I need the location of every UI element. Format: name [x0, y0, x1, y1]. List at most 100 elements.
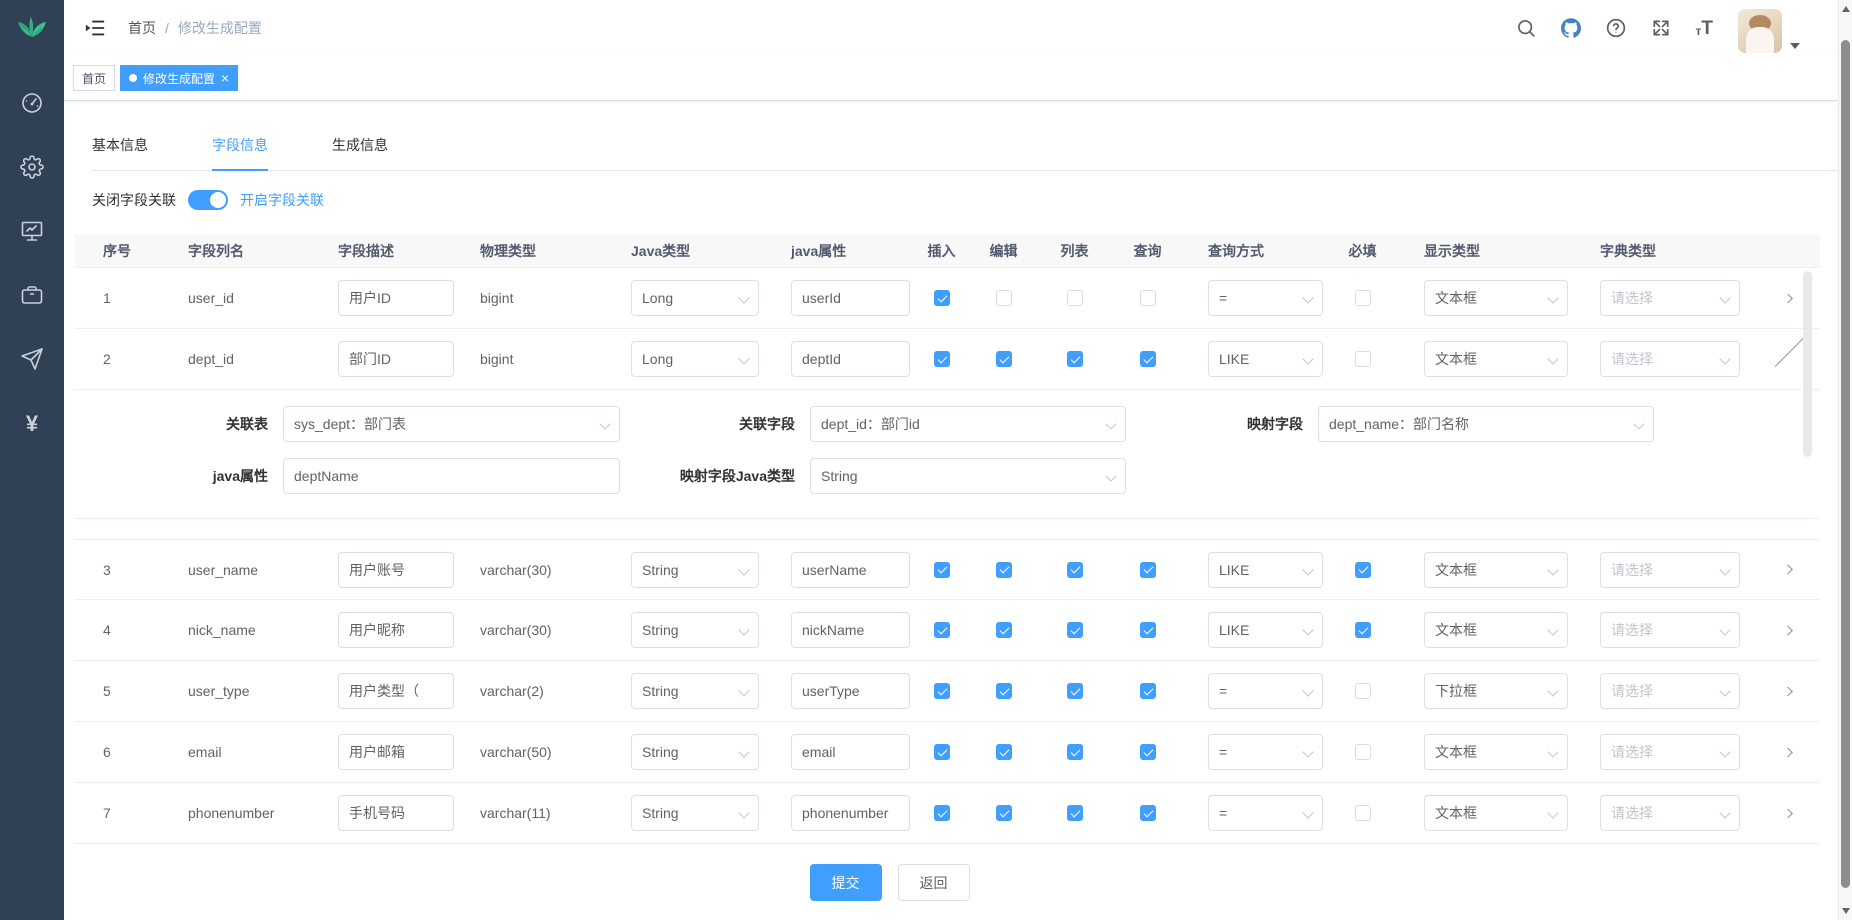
- user-menu[interactable]: [1738, 3, 1800, 53]
- html-type-select[interactable]: 文本框: [1424, 280, 1568, 316]
- query-type-select[interactable]: =: [1208, 734, 1323, 770]
- query-type-select[interactable]: LIKE: [1208, 341, 1323, 377]
- edit-checkbox[interactable]: [996, 805, 1012, 821]
- sidebar-item-finance[interactable]: ¥: [0, 392, 64, 456]
- query-checkbox[interactable]: [1140, 351, 1156, 367]
- dict-type-select[interactable]: 请选择: [1600, 612, 1740, 648]
- column-comment-input[interactable]: [338, 280, 454, 316]
- query-type-select[interactable]: =: [1208, 795, 1323, 831]
- java-type-select[interactable]: String: [631, 673, 759, 709]
- expand-chevron-icon[interactable]: [1780, 565, 1793, 574]
- required-checkbox[interactable]: [1355, 805, 1371, 821]
- browser-scrollbar-thumb[interactable]: [1841, 40, 1850, 888]
- edit-checkbox[interactable]: [996, 290, 1012, 306]
- required-checkbox[interactable]: [1355, 744, 1371, 760]
- list-checkbox[interactable]: [1067, 622, 1083, 638]
- java-type-select[interactable]: String: [631, 734, 759, 770]
- relation-table-select[interactable]: sys_dept：部门表: [283, 406, 620, 442]
- java-type-select[interactable]: Long: [631, 280, 759, 316]
- required-checkbox[interactable]: [1355, 683, 1371, 699]
- html-type-select[interactable]: 下拉框: [1424, 673, 1568, 709]
- sidebar-item-deploy[interactable]: [0, 328, 64, 392]
- mapping-java-type-select[interactable]: String: [810, 458, 1126, 494]
- tag-active[interactable]: 修改生成配置 ×: [120, 65, 238, 91]
- tag-home[interactable]: 首页: [73, 65, 115, 91]
- java-field-input[interactable]: [791, 341, 910, 377]
- java-type-select[interactable]: String: [631, 552, 759, 588]
- edit-checkbox[interactable]: [996, 683, 1012, 699]
- html-type-select[interactable]: 文本框: [1424, 612, 1568, 648]
- insert-checkbox[interactable]: [934, 805, 950, 821]
- query-checkbox[interactable]: [1140, 622, 1156, 638]
- fullscreen-icon[interactable]: [1651, 18, 1671, 38]
- required-checkbox[interactable]: [1355, 562, 1371, 578]
- search-icon[interactable]: [1516, 18, 1536, 38]
- submit-button[interactable]: 提交: [810, 864, 882, 901]
- query-checkbox[interactable]: [1140, 290, 1156, 306]
- expand-chevron-icon[interactable]: [1780, 687, 1793, 696]
- expand-chevron-icon[interactable]: [1769, 331, 1804, 366]
- expand-chevron-icon[interactable]: [1780, 748, 1793, 757]
- query-checkbox[interactable]: [1140, 744, 1156, 760]
- column-comment-input[interactable]: [338, 552, 454, 588]
- tab-field-info[interactable]: 字段信息: [212, 125, 268, 170]
- table-scrollbar-thumb[interactable]: [1803, 271, 1812, 457]
- font-size-icon[interactable]: тT: [1696, 19, 1714, 38]
- java-type-select[interactable]: String: [631, 795, 759, 831]
- query-type-select[interactable]: LIKE: [1208, 612, 1323, 648]
- edit-checkbox[interactable]: [996, 351, 1012, 367]
- java-field-input[interactable]: [791, 612, 910, 648]
- help-icon[interactable]: [1606, 18, 1626, 38]
- query-type-select[interactable]: =: [1208, 280, 1323, 316]
- insert-checkbox[interactable]: [934, 290, 950, 306]
- edit-checkbox[interactable]: [996, 562, 1012, 578]
- dict-type-select[interactable]: 请选择: [1600, 341, 1740, 377]
- column-comment-input[interactable]: [338, 341, 454, 377]
- breadcrumb-home[interactable]: 首页: [128, 18, 156, 38]
- java-field-input[interactable]: [791, 280, 910, 316]
- list-checkbox[interactable]: [1067, 562, 1083, 578]
- required-checkbox[interactable]: [1355, 290, 1371, 306]
- scroll-down-arrow-icon[interactable]: [1842, 908, 1850, 914]
- java-type-select[interactable]: Long: [631, 341, 759, 377]
- sidebar-item-system[interactable]: [0, 136, 64, 200]
- query-checkbox[interactable]: [1140, 683, 1156, 699]
- relation-field-select[interactable]: dept_id：部门id: [810, 406, 1126, 442]
- html-type-select[interactable]: 文本框: [1424, 341, 1568, 377]
- query-checkbox[interactable]: [1140, 805, 1156, 821]
- edit-checkbox[interactable]: [996, 622, 1012, 638]
- required-checkbox[interactable]: [1355, 351, 1371, 367]
- java-type-select[interactable]: String: [631, 612, 759, 648]
- html-type-select[interactable]: 文本框: [1424, 795, 1568, 831]
- insert-checkbox[interactable]: [934, 683, 950, 699]
- field-relation-toggle[interactable]: [188, 190, 228, 210]
- list-checkbox[interactable]: [1067, 744, 1083, 760]
- column-comment-input[interactable]: [338, 673, 454, 709]
- collapse-menu-icon[interactable]: [84, 17, 106, 39]
- list-checkbox[interactable]: [1067, 683, 1083, 699]
- java-attr-input[interactable]: [283, 458, 620, 494]
- list-checkbox[interactable]: [1067, 351, 1083, 367]
- dict-type-select[interactable]: 请选择: [1600, 552, 1740, 588]
- sidebar-item-monitor[interactable]: [0, 200, 64, 264]
- dict-type-select[interactable]: 请选择: [1600, 673, 1740, 709]
- dict-type-select[interactable]: 请选择: [1600, 280, 1740, 316]
- insert-checkbox[interactable]: [934, 351, 950, 367]
- dict-type-select[interactable]: 请选择: [1600, 795, 1740, 831]
- query-type-select[interactable]: LIKE: [1208, 552, 1323, 588]
- list-checkbox[interactable]: [1067, 290, 1083, 306]
- column-comment-input[interactable]: [338, 795, 454, 831]
- tag-close-icon[interactable]: ×: [221, 71, 229, 85]
- dict-type-select[interactable]: 请选择: [1600, 734, 1740, 770]
- java-field-input[interactable]: [791, 734, 910, 770]
- query-type-select[interactable]: =: [1208, 673, 1323, 709]
- column-comment-input[interactable]: [338, 612, 454, 648]
- html-type-select[interactable]: 文本框: [1424, 552, 1568, 588]
- list-checkbox[interactable]: [1067, 805, 1083, 821]
- github-icon[interactable]: [1561, 18, 1581, 38]
- java-field-input[interactable]: [791, 795, 910, 831]
- required-checkbox[interactable]: [1355, 622, 1371, 638]
- scroll-up-arrow-icon[interactable]: [1842, 6, 1850, 12]
- edit-checkbox[interactable]: [996, 744, 1012, 760]
- expand-chevron-icon[interactable]: [1780, 626, 1793, 635]
